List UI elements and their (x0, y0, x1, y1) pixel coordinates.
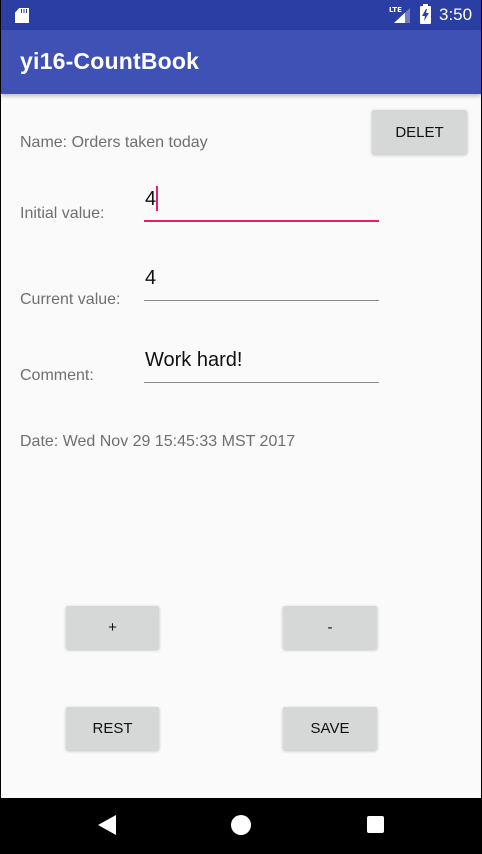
increment-button[interactable]: + (66, 606, 159, 649)
status-clock: 3:50 (439, 5, 473, 24)
initial-value-text: 4 (145, 188, 157, 210)
current-value-field[interactable]: 4 (144, 261, 379, 301)
battery-charging-icon (420, 4, 431, 24)
initial-value-underline (144, 220, 379, 222)
comment-underline (144, 382, 379, 383)
text-cursor (156, 186, 158, 211)
counter-name-text: Name: Orders taken today (20, 134, 208, 151)
initial-value-label: Initial value: (20, 205, 105, 222)
back-icon[interactable] (98, 815, 116, 835)
status-bar: LTE 3:50 (1, 0, 481, 30)
reset-button[interactable]: REST (66, 707, 159, 750)
app-title: yi16-CountBook (20, 48, 200, 74)
current-value-underline (144, 300, 379, 301)
home-icon[interactable] (231, 815, 251, 835)
recents-icon[interactable] (367, 816, 384, 833)
date-text: Date: Wed Nov 29 15:45:33 MST 2017 (20, 433, 296, 450)
decrement-button[interactable]: - (283, 606, 377, 649)
comment-label: Comment: (20, 367, 94, 384)
current-value-text: 4 (145, 267, 157, 289)
comment-field[interactable]: Work hard! (144, 343, 379, 383)
navigation-bar (1, 798, 481, 854)
delete-button[interactable]: DELET (372, 110, 467, 154)
signal-icon (394, 8, 410, 23)
comment-text: Work hard! (145, 349, 243, 371)
app-screen: LTE 3:50 yi16-CountBook Name: Orders tak… (1, 0, 481, 854)
current-value-label: Current value: (20, 291, 121, 308)
app-bar: yi16-CountBook (1, 30, 481, 94)
initial-value-field[interactable]: 4 (144, 182, 379, 222)
sd-card-icon (15, 8, 29, 23)
save-button[interactable]: SAVE (283, 707, 377, 750)
